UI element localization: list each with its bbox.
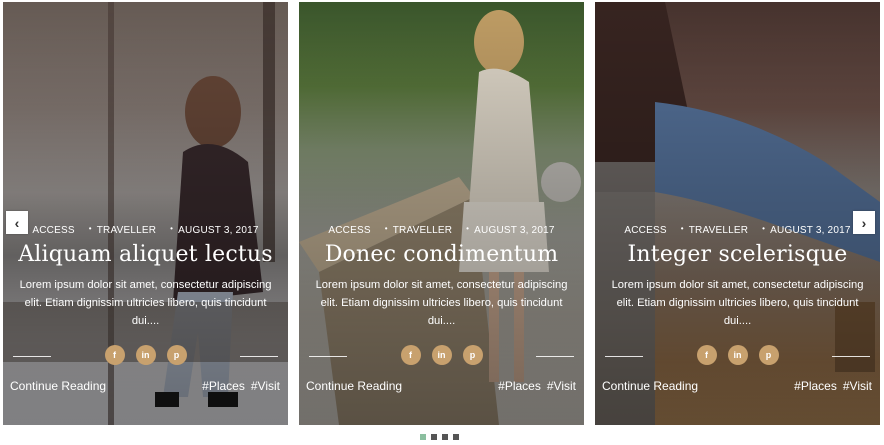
post-meta: ACCESS TRAVELLER AUGUST 3, 2017 <box>3 225 288 236</box>
facebook-share-icon[interactable]: f <box>400 345 421 365</box>
linkedin-share-icon[interactable]: in <box>135 345 156 365</box>
post-title[interactable]: Donec condimentum <box>299 242 584 267</box>
post-date: AUGUST 3, 2017 <box>762 225 850 236</box>
pagination-dot[interactable] <box>420 434 426 440</box>
post-meta: ACCESS TRAVELLER AUGUST 3, 2017 <box>595 225 880 236</box>
pagination-dot[interactable] <box>442 434 448 440</box>
pagination-dot[interactable] <box>431 434 437 440</box>
post-slider: ACCESS TRAVELLER AUGUST 3, 2017 Aliquam … <box>0 0 884 445</box>
pinterest-share-icon[interactable]: p <box>758 345 779 365</box>
post-tags: #Places #Visit <box>794 379 872 393</box>
post-category[interactable]: ACCESS <box>328 225 370 236</box>
tag-link[interactable]: #Places <box>794 379 837 393</box>
post-tag[interactable]: TRAVELLER <box>385 225 452 236</box>
post-tags: #Places #Visit <box>202 379 280 393</box>
facebook-share-icon[interactable]: f <box>696 345 717 365</box>
pinterest-share-icon[interactable]: p <box>166 345 187 365</box>
post-category[interactable]: ACCESS <box>32 225 74 236</box>
slider-pagination <box>420 434 459 440</box>
post-meta: ACCESS TRAVELLER AUGUST 3, 2017 <box>299 225 584 236</box>
post-card[interactable]: ACCESS TRAVELLER AUGUST 3, 2017 Donec co… <box>299 2 584 425</box>
pinterest-share-icon[interactable]: p <box>462 345 483 365</box>
post-title[interactable]: Aliquam aliquet lectus <box>3 242 288 267</box>
post-tag[interactable]: TRAVELLER <box>681 225 748 236</box>
share-buttons: f in p <box>3 345 288 365</box>
post-title[interactable]: Integer scelerisque <box>595 242 880 267</box>
pagination-dot[interactable] <box>453 434 459 440</box>
post-card[interactable]: ACCESS TRAVELLER AUGUST 3, 2017 Integer … <box>595 2 880 425</box>
post-card[interactable]: ACCESS TRAVELLER AUGUST 3, 2017 Aliquam … <box>3 2 288 425</box>
post-excerpt: Lorem ipsum dolor sit amet, consectetur … <box>315 279 568 327</box>
tag-link[interactable]: #Visit <box>843 379 872 393</box>
tag-link[interactable]: #Places <box>202 379 245 393</box>
share-buttons: f in p <box>299 345 584 365</box>
continue-reading-link[interactable]: Continue Reading <box>10 379 106 393</box>
post-tags: #Places #Visit <box>498 379 576 393</box>
tag-link[interactable]: #Visit <box>547 379 576 393</box>
tag-link[interactable]: #Places <box>498 379 541 393</box>
post-excerpt: Lorem ipsum dolor sit amet, consectetur … <box>19 279 272 327</box>
share-buttons: f in p <box>595 345 880 365</box>
post-date: AUGUST 3, 2017 <box>170 225 258 236</box>
next-arrow-icon[interactable]: › <box>853 211 875 234</box>
linkedin-share-icon[interactable]: in <box>727 345 748 365</box>
post-tag[interactable]: TRAVELLER <box>89 225 156 236</box>
continue-reading-link[interactable]: Continue Reading <box>306 379 402 393</box>
linkedin-share-icon[interactable]: in <box>431 345 452 365</box>
post-date: AUGUST 3, 2017 <box>466 225 554 236</box>
prev-arrow-icon[interactable]: ‹ <box>6 211 28 234</box>
continue-reading-link[interactable]: Continue Reading <box>602 379 698 393</box>
post-excerpt: Lorem ipsum dolor sit amet, consectetur … <box>611 279 864 327</box>
facebook-share-icon[interactable]: f <box>104 345 125 365</box>
post-category[interactable]: ACCESS <box>624 225 666 236</box>
tag-link[interactable]: #Visit <box>251 379 280 393</box>
